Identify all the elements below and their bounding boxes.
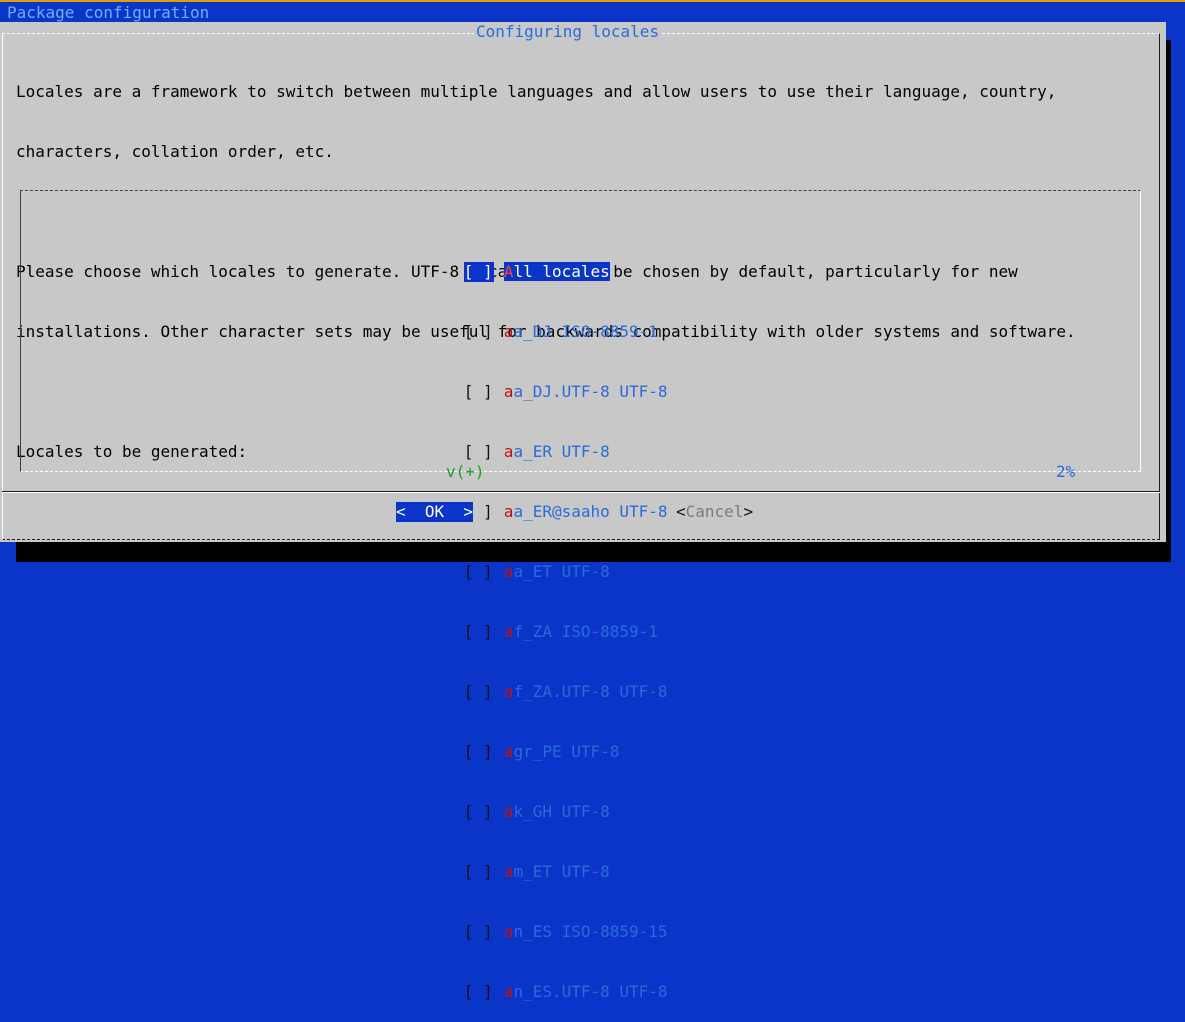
locale-label-rest: a_DJ ISO-8859-1 — [513, 322, 658, 341]
hotkey-letter: a — [503, 682, 514, 701]
hotkey-letter: a — [503, 802, 514, 821]
locale-item[interactable]: [ ] ak_GH UTF-8 — [406, 782, 668, 821]
locale-label: aa_ET UTF-8 — [504, 562, 610, 581]
hotkey-letter: a — [503, 322, 514, 341]
hotkey-letter: a — [503, 442, 514, 461]
locale-checkbox[interactable]: [ ] — [464, 562, 504, 582]
ok-button[interactable]: < OK > — [396, 502, 474, 522]
locale-checkbox[interactable]: [ ] — [464, 322, 504, 342]
locale-label-rest: n_ES ISO-8859-15 — [513, 922, 668, 941]
hotkey-letter: a — [503, 502, 514, 521]
scroll-percent: 2% — [1056, 462, 1076, 481]
locale-label-rest: f_ZA.UTF-8 UTF-8 — [513, 682, 668, 701]
locale-label: ak_GH UTF-8 — [504, 802, 610, 821]
scroll-more-indicator: v(+) — [446, 462, 485, 481]
locale-label-rest: a_ER UTF-8 — [513, 442, 610, 461]
hotkey-letter: a — [503, 742, 514, 761]
locale-label-rest: m_ET UTF-8 — [513, 862, 610, 881]
locale-checkbox[interactable]: [ ] — [463, 262, 494, 282]
hotkey-letter: a — [503, 982, 514, 1001]
locale-item[interactable]: [ ] am_ET UTF-8 — [406, 842, 668, 881]
locale-label: af_ZA ISO-8859-1 — [504, 622, 658, 641]
hotkey-letter: a — [503, 922, 514, 941]
locales-dialog: Configuring locales Locales are a framew… — [0, 22, 1166, 1001]
locale-checkbox[interactable]: [ ] — [464, 442, 504, 462]
backtitle-text: Package configuration — [7, 3, 210, 22]
locale-item[interactable]: [ ] an_ES.UTF-8 UTF-8 — [406, 962, 668, 1001]
dialog-title: Configuring locales — [474, 22, 662, 42]
intro-line: characters, collation order, etc. — [16, 142, 334, 161]
locale-checkbox[interactable]: [ ] — [464, 922, 504, 942]
locale-label-rest: a_ER@saaho UTF-8 — [513, 502, 668, 521]
locale-label: am_ET UTF-8 — [504, 862, 610, 881]
locale-label: aa_ER UTF-8 — [504, 442, 610, 461]
locale-checkbox[interactable]: [ ] — [464, 862, 504, 882]
locale-label: aa_DJ ISO-8859-1 — [504, 322, 658, 341]
hotkey-letter: a — [503, 862, 514, 881]
locale-label-rest: f_ZA ISO-8859-1 — [513, 622, 658, 641]
locale-label-rest: ll locales — [513, 262, 610, 281]
locale-label: agr_PE UTF-8 — [504, 742, 620, 761]
hotkey-letter: a — [503, 562, 514, 581]
locale-item[interactable]: [ ] aa_ET UTF-8 — [406, 542, 668, 581]
hotkey-letter: a — [503, 382, 514, 401]
locale-label: an_ES ISO-8859-15 — [504, 922, 668, 941]
locale-label: aa_DJ.UTF-8 UTF-8 — [504, 382, 668, 401]
locale-item[interactable]: [ ] af_ZA ISO-8859-1 — [406, 602, 668, 641]
cancel-bracket-open: < — [676, 502, 686, 521]
locale-item[interactable]: [ ] aa_ER UTF-8 — [406, 422, 668, 461]
locale-checkbox[interactable]: [ ] — [464, 382, 504, 402]
locale-item[interactable]: [ ] agr_PE UTF-8 — [406, 722, 668, 761]
locale-label: aa_ER@saaho UTF-8 — [504, 502, 668, 521]
hotkey-letter: a — [503, 622, 514, 641]
locale-item[interactable]: [ ] aa_DJ.UTF-8 UTF-8 — [406, 362, 668, 401]
cancel-bracket-close: > — [743, 502, 754, 521]
intro-line: Locales are a framework to switch betwee… — [16, 82, 1057, 101]
locale-item[interactable]: [ ] an_ES ISO-8859-15 — [406, 902, 668, 941]
locale-item-all-locales[interactable]: [ ] All locales — [406, 242, 668, 282]
locale-label: af_ZA.UTF-8 UTF-8 — [504, 682, 668, 701]
hotkey-letter: A — [503, 262, 514, 281]
locale-item[interactable]: [ ] aa_DJ ISO-8859-1 — [406, 302, 668, 341]
locale-label-rest: n_ES.UTF-8 UTF-8 — [513, 982, 668, 1001]
backtitle-bar: Package configuration — [0, 0, 1185, 22]
locale-checklist[interactable]: [ ] All locales [ ] aa_DJ ISO-8859-1 [ ] aa… — [406, 202, 668, 1022]
locale-item[interactable]: [ ] af_ZA.UTF-8 UTF-8 — [406, 662, 668, 701]
cancel-label: Cancel — [685, 502, 744, 521]
locale-label-rest: k_GH UTF-8 — [513, 802, 610, 821]
locale-checkbox[interactable]: [ ] — [464, 742, 504, 762]
button-separator — [2, 491, 1160, 493]
locale-label: an_ES.UTF-8 UTF-8 — [504, 982, 668, 1001]
locale-checkbox[interactable]: [ ] — [464, 682, 504, 702]
locale-label-rest: a_DJ.UTF-8 UTF-8 — [513, 382, 668, 401]
locale-label-rest: gr_PE UTF-8 — [513, 742, 620, 761]
locale-checkbox[interactable]: [ ] — [464, 622, 504, 642]
locale-label-rest: a_ET UTF-8 — [513, 562, 610, 581]
locale-label: All locales — [503, 262, 610, 281]
cancel-button[interactable]: <Cancel> — [676, 502, 753, 522]
locale-checkbox[interactable]: [ ] — [464, 982, 504, 1002]
locale-checkbox[interactable]: [ ] — [464, 802, 504, 822]
